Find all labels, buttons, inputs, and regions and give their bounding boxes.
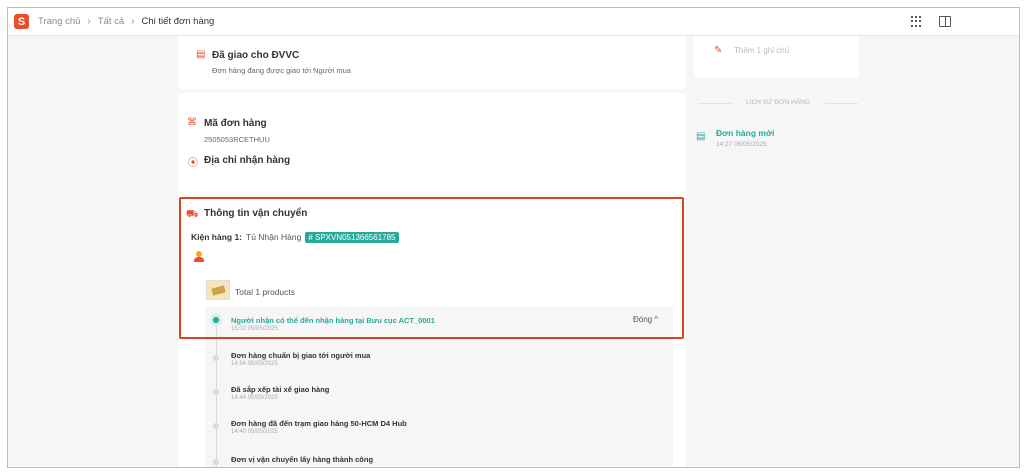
chevron-right-icon: › [131,16,135,27]
order-id-value: 2505053RCETHUU [204,135,270,144]
shipping-highlight-box [179,197,684,339]
timeline-dot [213,423,219,429]
clipboard-icon: ▤ [196,49,206,60]
order-id-label: Mã đơn hàng [204,118,267,129]
top-bar: S Trang chủ › Tất cả › Chi tiết đơn hàng [8,8,1019,36]
book-icon[interactable] [939,16,951,27]
breadcrumb-all[interactable]: Tất cả [98,16,124,27]
history-item-title: Đơn hàng mới [716,128,775,138]
breadcrumb: Trang chủ › Tất cả › Chi tiết đơn hàng [38,16,214,27]
timeline-dot [213,459,219,465]
timeline-item-title: Đã sắp xếp tài xế giao hàng [231,385,330,394]
add-note-input[interactable]: Thêm 1 ghi chú [734,46,789,55]
order-id-icon: ⌘ [187,117,197,128]
apps-grid-icon[interactable] [911,15,923,27]
timeline-item-time: 14:44 05/05/2025 [231,395,278,401]
app-window: S Trang chủ › Tất cả › Chi tiết đơn hàng… [7,7,1020,468]
note-card[interactable]: ✎ Thêm 1 ghi chú [694,36,859,78]
breadcrumb-current: Chi tiết đơn hàng [141,16,215,27]
timeline-item-time: 14:54 05/05/2025 [231,361,278,367]
location-pin-icon: ⦿ [188,158,198,169]
timeline-dot [213,389,219,395]
timeline-dot [213,355,219,361]
status-title: Đã giao cho ĐVVC [212,50,300,61]
document-icon: ▤ [696,131,706,142]
timeline-item-title: Đơn hàng đã đến trạm giao hàng 50-HCM D4… [231,419,407,428]
timeline-item-title: Đơn hàng chuẩn bị giao tới người mua [231,351,371,360]
timeline-item-time: 14:40 05/05/2025 [231,429,278,435]
shopee-logo[interactable]: S [14,14,29,29]
history-heading: LỊCH SỬ ĐƠN HÀNG [698,99,858,106]
chevron-right-icon: › [87,16,91,27]
status-subtitle: Đơn hàng đang được giao tới Người mua [212,66,351,75]
history-item-time: 14:27 05/05/2025 [716,141,767,148]
address-label: Địa chỉ nhận hàng [204,155,291,166]
timeline-line [216,326,217,467]
timeline-item-title: Đơn vị vận chuyển lấy hàng thành công [231,455,374,464]
breadcrumb-home[interactable]: Trang chủ [38,16,80,27]
status-card: ▤ Đã giao cho ĐVVC Đơn hàng đang được gi… [178,36,686,89]
note-icon: ✎ [714,45,723,56]
top-icons [911,15,951,27]
